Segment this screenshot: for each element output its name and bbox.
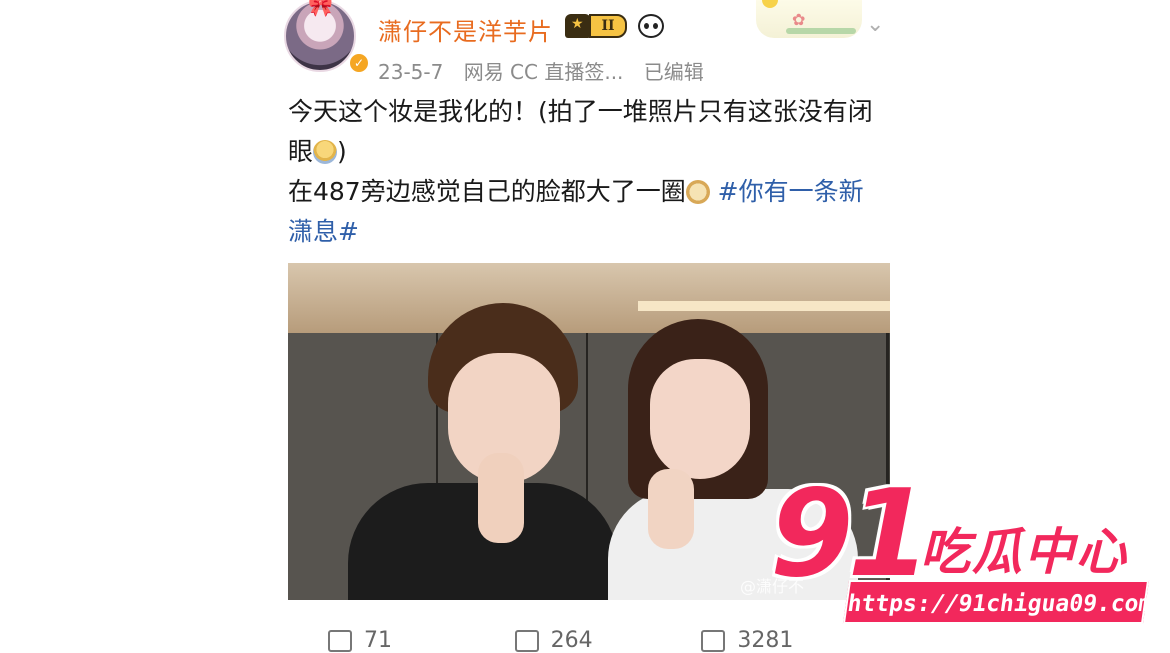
repost-count: 71	[364, 628, 392, 653]
level-badge[interactable]: II	[565, 14, 631, 38]
level-tag: II	[589, 14, 627, 38]
post-line-2-text: 眼	[288, 137, 314, 166]
username[interactable]: 潇仔不是洋芋片	[378, 12, 553, 47]
person-face	[650, 359, 750, 479]
post-line-1: 今天这个妆是我化的！(拍了一堆照片只有这张没有闭	[288, 97, 873, 126]
comment-count: 264	[550, 628, 593, 653]
post-line-2: 眼)	[288, 132, 898, 172]
verified-icon: ✓	[348, 52, 370, 74]
chevron-down-icon[interactable]: ⌄	[866, 14, 888, 36]
post-text: 今天这个妆是我化的！(拍了一堆照片只有这张没有闭 眼) 在487旁边感觉自己的脸…	[288, 92, 898, 252]
comment-icon	[514, 629, 539, 652]
sun-icon	[762, 0, 778, 8]
hashtag-link[interactable]: #你有一条新	[718, 177, 864, 206]
flower-icon: ✿	[792, 10, 806, 29]
crown-icon	[565, 14, 591, 38]
post-line-3-text: 在487旁边感觉自己的脸都大了一圈	[288, 177, 686, 206]
post-meta: 23-5-7 网易 CC 直播签... 已编辑	[378, 56, 718, 85]
praying-emoji-icon	[313, 140, 338, 164]
site-watermark: 91 吃瓜中心 https://91chigua09.com	[770, 470, 1170, 650]
watermark-url: https://91chigua09.com	[842, 580, 1154, 624]
panda-icon	[638, 14, 664, 38]
dog-emoji-icon	[685, 180, 710, 204]
repost-icon	[328, 629, 352, 652]
peace-hand	[648, 469, 694, 549]
post-line-2-end: )	[337, 137, 347, 166]
post-date: 23-5-7	[378, 60, 444, 84]
repost-button[interactable]: 71	[328, 628, 515, 653]
photo-light	[638, 301, 890, 311]
peace-hand	[478, 453, 524, 543]
hashtag-link-cont[interactable]: 潇息#	[288, 217, 359, 246]
watermark-name: 吃瓜中心	[920, 523, 1128, 581]
avatar-wrap[interactable]: 🎀 ✓	[284, 0, 370, 76]
edited-label[interactable]: 已编辑	[644, 60, 704, 84]
card-decoration: ✿	[756, 0, 862, 38]
like-icon	[701, 629, 726, 652]
bow-icon: 🎀	[308, 0, 333, 18]
post-source[interactable]: 网易 CC 直播签...	[464, 60, 624, 84]
grass-decoration	[786, 28, 856, 34]
post-line-4: 潇息#	[288, 212, 898, 252]
photo-person-left	[348, 303, 618, 600]
comment-button[interactable]: 264	[514, 628, 702, 653]
post-line-3: 在487旁边感觉自己的脸都大了一圈 #你有一条新	[288, 172, 898, 212]
